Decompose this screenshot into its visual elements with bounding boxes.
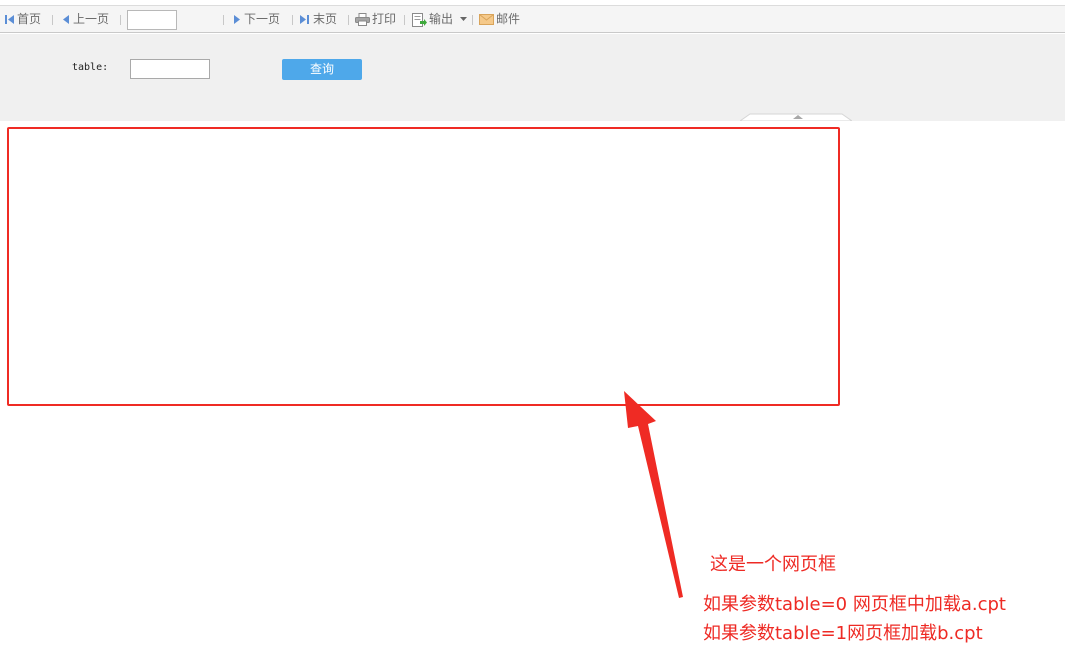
report-viewer: 首页 上一页 下一页 末页 打印 输出 邮件 table: 查询 这是一个网页框… bbox=[0, 0, 1065, 669]
export-button[interactable]: 输出 bbox=[412, 6, 467, 33]
toolbar-divider bbox=[292, 15, 293, 25]
print-icon bbox=[355, 13, 370, 26]
prev-page-button[interactable]: 上一页 bbox=[61, 6, 109, 33]
query-button[interactable]: 查询 bbox=[282, 59, 362, 80]
toolbar-divider bbox=[404, 15, 405, 25]
email-label: 邮件 bbox=[496, 12, 521, 26]
toolbar-divider bbox=[472, 15, 473, 25]
page-number-input[interactable] bbox=[127, 10, 177, 30]
next-page-icon bbox=[234, 15, 240, 24]
parameter-panel: table: 查询 bbox=[0, 34, 1065, 121]
prev-page-label: 上一页 bbox=[73, 12, 110, 26]
annotation-line-1: 如果参数table=0 网页框中加载a.cpt bbox=[703, 594, 1006, 615]
first-page-button[interactable]: 首页 bbox=[4, 6, 41, 33]
email-button[interactable]: 邮件 bbox=[479, 6, 520, 33]
last-page-icon bbox=[300, 15, 309, 24]
report-toolbar: 首页 上一页 下一页 末页 打印 输出 邮件 bbox=[0, 5, 1065, 33]
email-icon bbox=[479, 14, 494, 25]
webpage-frame-highlight bbox=[7, 127, 840, 406]
collapse-panel-toggle[interactable] bbox=[740, 113, 852, 121]
toolbar-divider bbox=[120, 15, 121, 25]
print-button[interactable]: 打印 bbox=[355, 6, 396, 33]
export-icon bbox=[412, 12, 427, 27]
annotation-line-2: 如果参数table=1网页框加载b.cpt bbox=[703, 623, 983, 644]
table-param-label: table: bbox=[72, 62, 109, 73]
next-page-button[interactable]: 下一页 bbox=[232, 6, 280, 33]
first-page-label: 首页 bbox=[17, 12, 42, 26]
toolbar-divider bbox=[348, 15, 349, 25]
next-page-label: 下一页 bbox=[244, 12, 281, 26]
toolbar-divider bbox=[52, 15, 53, 25]
toolbar-divider bbox=[223, 15, 224, 25]
table-param-input[interactable] bbox=[130, 59, 210, 79]
annotation-title: 这是一个网页框 bbox=[710, 554, 836, 575]
chevron-down-icon bbox=[459, 17, 467, 21]
annotation-arrow-icon bbox=[624, 391, 683, 598]
last-page-label: 末页 bbox=[313, 12, 338, 26]
last-page-button[interactable]: 末页 bbox=[299, 6, 337, 33]
prev-page-icon bbox=[63, 15, 69, 24]
print-label: 打印 bbox=[372, 12, 397, 26]
first-page-icon bbox=[5, 15, 14, 24]
export-label: 输出 bbox=[429, 12, 454, 26]
